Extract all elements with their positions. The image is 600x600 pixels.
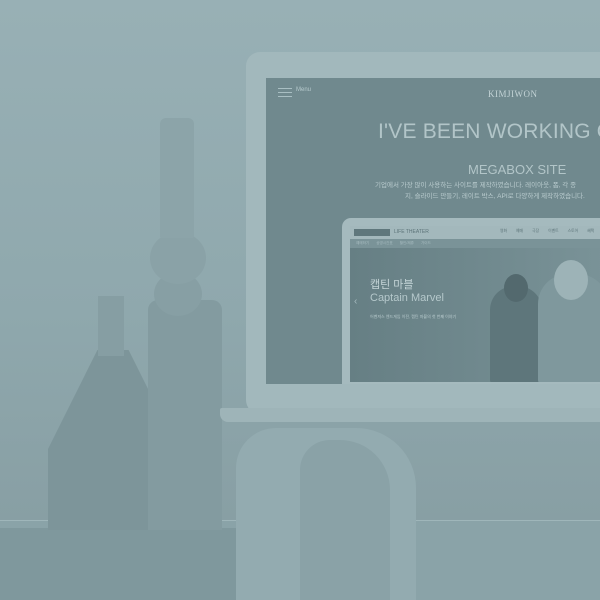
cloth-fold [300, 440, 390, 600]
cone-vase-neck [98, 296, 124, 356]
description-line: 지, 슬라이드 만들기, 레이트 박스, API로 다양하게 제작하였습니다. [405, 193, 585, 200]
poster-figure-right-head [554, 260, 588, 300]
movie-title-english: Captain Marvel [370, 292, 444, 304]
menu-label[interactable]: Menu [296, 87, 311, 93]
mockup-subnav-text: 예매하기 상영시간표 할인/제휴 가이드 [356, 241, 431, 245]
project-description: 기업에서 가장 많이 사용하는 사이트를 제작하였습니다. 레이아웃, 폼, 각… [375, 180, 585, 202]
movie-title-korean: 캡틴 마블 [370, 279, 414, 291]
slide-prev-icon: ‹ [354, 296, 358, 307]
hamburger-menu-icon[interactable] [278, 88, 292, 97]
site-logo[interactable]: KIMJIWON [488, 89, 538, 99]
mockup-brand: LIFE THEATER [394, 229, 429, 235]
site-navbar: Menu KIMJIWON [266, 78, 600, 110]
poster-figure-left-head [504, 274, 528, 302]
slider-dots [470, 374, 485, 382]
tall-vase [148, 300, 222, 530]
hero-title: I'VE BEEN WORKING ON [378, 120, 600, 143]
project-title: MEGABOX SITE [468, 162, 567, 177]
mockup-menu: 영화 예매 극장 이벤트 스토어 혜택 [500, 229, 595, 233]
tall-vase-neck [160, 118, 194, 238]
mockup-screen[interactable]: LIFE THEATER 영화 예매 극장 이벤트 스토어 혜택 예매하기 상영… [350, 226, 600, 382]
description-line: 기업에서 가장 많이 사용하는 사이트를 제작하였습니다. 레이아웃, 폼, 각… [375, 182, 577, 189]
laptop-base [220, 408, 600, 422]
scene: Menu KIMJIWON I'VE BEEN WORKING ON MEGAB… [0, 0, 600, 600]
mockup-navbar: LIFE THEATER 영화 예매 극장 이벤트 스토어 혜택 [350, 226, 600, 239]
tall-vase-bulb [150, 232, 206, 284]
movie-description: 어벤져스 엔드게임 이전, 캡틴 마블의 첫 번째 이야기 [370, 314, 457, 319]
laptop-screen: Menu KIMJIWON I'VE BEEN WORKING ON MEGAB… [266, 78, 600, 384]
mockup-logo [354, 229, 390, 236]
